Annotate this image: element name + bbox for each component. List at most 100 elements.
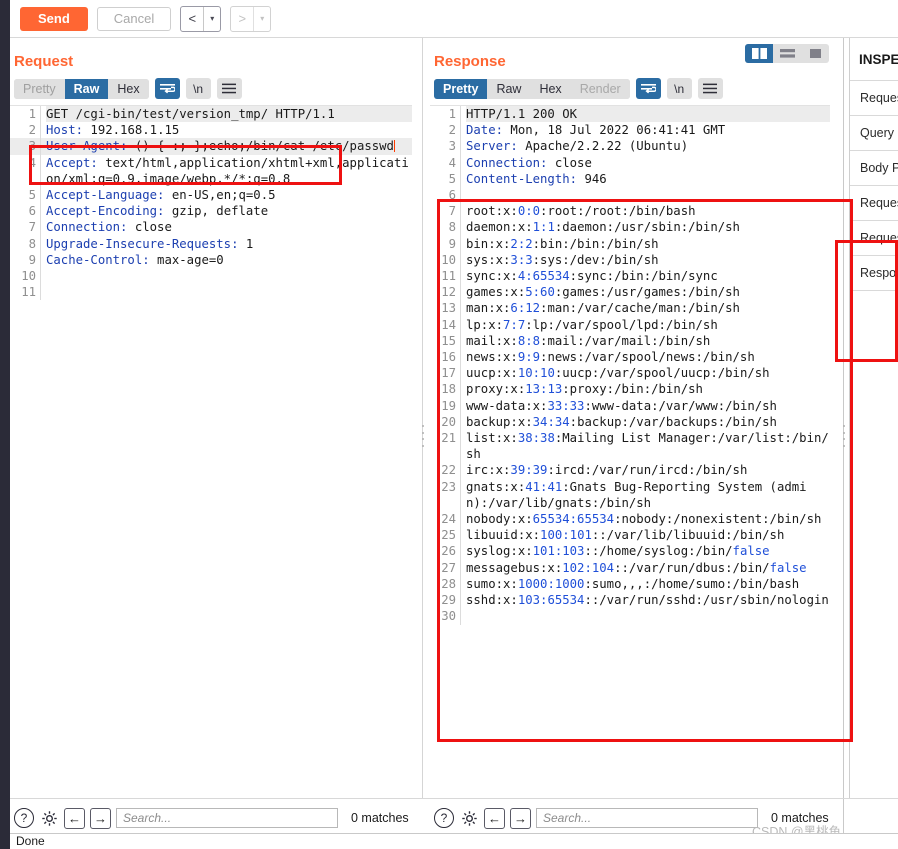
request-help-icon[interactable]: ? <box>14 808 34 828</box>
request-search-next-icon[interactable]: → <box>90 807 111 829</box>
response-editor[interactable]: 1 HTTP/1.1 200 OK 2 Date: Mon, 18 Jul 2022 … <box>430 105 830 746</box>
send-button[interactable]: Send <box>20 6 88 31</box>
word-wrap-icon[interactable] <box>154 78 180 99</box>
gutter-divider <box>460 316 461 333</box>
forward-chevron-down-icon[interactable]: ▾ <box>254 7 270 31</box>
request-splitter-handle[interactable] <box>420 425 426 447</box>
gutter-divider <box>460 397 461 414</box>
line-number: 10 <box>21 269 36 284</box>
code-line-text: man:x:6:12:man:/var/cache/man:/bin/sh <box>466 301 740 316</box>
back-chevron-down-icon[interactable]: ▾ <box>204 7 220 31</box>
line-number: 19 <box>441 398 456 413</box>
request-search-input[interactable] <box>116 808 338 828</box>
tab-response-render[interactable]: Render <box>570 78 630 99</box>
line-number: 11 <box>441 269 456 284</box>
response-code-lines[interactable]: 1 HTTP/1.1 200 OK 2 Date: Mon, 18 Jul 2022 … <box>430 106 830 625</box>
code-line: 28 sumo:x:1000:1000:sumo,,,:/home/sumo:/b… <box>430 575 830 593</box>
code-line-text: nobody:x:65534:65534:nobody:/nonexistent… <box>466 512 822 527</box>
tab-request-hex[interactable]: Hex <box>108 78 149 99</box>
inspector-item-request-headers[interactable]: Request Headers <box>850 220 898 255</box>
show-newlines-icon[interactable]: \n <box>185 78 211 99</box>
response-gear-icon[interactable] <box>459 808 479 828</box>
gutter-divider <box>460 413 461 431</box>
code-line: 25 libuuid:x:100:101::/var/lib/libuuid:/b… <box>430 527 830 544</box>
gutter-divider <box>460 430 461 463</box>
line-number: 25 <box>441 528 456 543</box>
layout-single-pane-icon[interactable] <box>801 44 829 63</box>
code-line: 6 <box>430 187 830 204</box>
inspector-item-response-headers[interactable]: Response Headers <box>850 255 898 290</box>
gutter-divider <box>460 251 461 269</box>
code-line: 27 messagebus:x:102:104::/var/run/dbus:/b… <box>430 559 830 576</box>
inspector-item-request-attributes[interactable]: Request Attributes <box>850 80 898 115</box>
line-number: 13 <box>441 301 456 316</box>
code-line-text: lp:x:7:7:lp:/var/spool/lpd:/bin/sh <box>466 317 718 332</box>
gutter-divider <box>40 187 41 204</box>
tab-request-raw[interactable]: Raw <box>64 78 109 99</box>
request-view-toolbar: Pretty Raw Hex \n <box>10 70 417 103</box>
line-number: 7 <box>28 220 36 235</box>
line-number: 23 <box>441 479 456 494</box>
cancel-button[interactable]: Cancel <box>96 6 172 31</box>
gutter-divider <box>460 462 461 479</box>
response-search-next-icon[interactable]: → <box>510 807 531 829</box>
request-panel: Request Pretty Raw Hex \n 1 GET /cgi-bin… <box>10 38 417 798</box>
code-line-text: Upgrade-Insecure-Requests: 1 <box>46 236 254 251</box>
code-line-text: sys:x:3:3:sys:/dev:/bin/sh <box>466 252 659 267</box>
response-search-prev-icon[interactable]: ← <box>484 807 505 829</box>
request-response-splitter[interactable] <box>422 38 423 798</box>
code-line-text: sumo:x:1000:1000:sumo,,,:/home/sumo:/bin… <box>466 576 800 591</box>
request-gear-icon[interactable] <box>39 808 59 828</box>
back-arrow-icon[interactable]: < <box>181 7 203 31</box>
request-menu-hamburger-icon[interactable] <box>216 78 242 99</box>
inspector-splitter-handle[interactable] <box>841 425 847 447</box>
response-search-input[interactable] <box>536 808 758 828</box>
code-line: 10 sys:x:3:3:sys:/dev:/bin/sh <box>430 251 830 269</box>
gutter-divider <box>40 219 41 236</box>
code-line-text: list:x:38:38:Mailing List Manager:/var/l… <box>466 431 829 462</box>
tab-response-raw[interactable]: Raw <box>487 78 531 99</box>
forward-arrow-icon[interactable]: > <box>231 7 253 31</box>
code-line: 10 <box>10 268 412 285</box>
response-word-wrap-icon[interactable] <box>635 78 661 99</box>
inspector-item-body-parameters[interactable]: Body Parameters <box>850 150 898 185</box>
tab-response-hex[interactable]: Hex <box>530 78 571 99</box>
line-number: 8 <box>28 236 36 251</box>
code-line: 20 backup:x:34:34:backup:/var/backups:/bi… <box>430 413 830 431</box>
line-number: 2 <box>28 123 36 138</box>
inspector-item-request-cookies[interactable]: Request Cookies <box>850 185 898 220</box>
gutter-divider <box>460 511 461 528</box>
layout-vertical-split-icon[interactable] <box>745 44 773 63</box>
forward-button-group[interactable]: > ▾ <box>230 5 272 32</box>
code-line: 21 list:x:38:38:Mailing List Manager:/var… <box>430 430 830 463</box>
request-editor[interactable]: 1 GET /cgi-bin/test/version_tmp/ HTTP/1.1… <box>10 105 412 746</box>
inspector-item-query-parameters[interactable]: Query Parameters <box>850 115 898 150</box>
newline-label: \n <box>193 81 204 96</box>
code-line-text: root:x:0:0:root:/root:/bin/bash <box>466 204 696 219</box>
line-number: 2 <box>448 123 456 138</box>
gutter-divider <box>460 187 461 204</box>
request-search-prev-icon[interactable]: ← <box>64 807 85 829</box>
status-bar: Done <box>10 833 898 849</box>
code-line-text: www-data:x:33:33:www-data:/var/www:/bin/… <box>466 398 777 413</box>
code-line-text: Content-Length: 946 <box>466 171 607 186</box>
code-line: 1 HTTP/1.1 200 OK <box>430 106 830 123</box>
layout-horizontal-split-icon[interactable] <box>773 44 801 63</box>
gutter-divider <box>40 203 41 220</box>
line-number: 29 <box>441 593 456 608</box>
code-line: 12 games:x:5:60:games:/usr/games:/bin/sh <box>430 284 830 301</box>
code-line: 5 Content-Length: 946 <box>430 170 830 188</box>
response-menu-hamburger-icon[interactable] <box>697 78 723 99</box>
back-button-group[interactable]: < ▾ <box>180 5 222 32</box>
line-number: 4 <box>28 155 36 170</box>
tab-response-pretty[interactable]: Pretty <box>434 78 488 99</box>
code-line: 16 news:x:9:9:news:/var/spool/news:/bin/s… <box>430 349 830 366</box>
response-view-toolbar: Pretty Raw Hex Render \n <box>430 70 840 103</box>
code-line: 4 Accept: text/html,application/xhtml+xml… <box>10 154 412 188</box>
tab-request-pretty[interactable]: Pretty <box>14 78 65 99</box>
gutter-divider <box>460 284 461 301</box>
response-show-newlines-icon[interactable]: \n <box>666 78 692 99</box>
gutter-divider <box>460 592 461 609</box>
response-help-icon[interactable]: ? <box>434 808 454 828</box>
request-code-lines[interactable]: 1 GET /cgi-bin/test/version_tmp/ HTTP/1.1… <box>10 106 412 301</box>
